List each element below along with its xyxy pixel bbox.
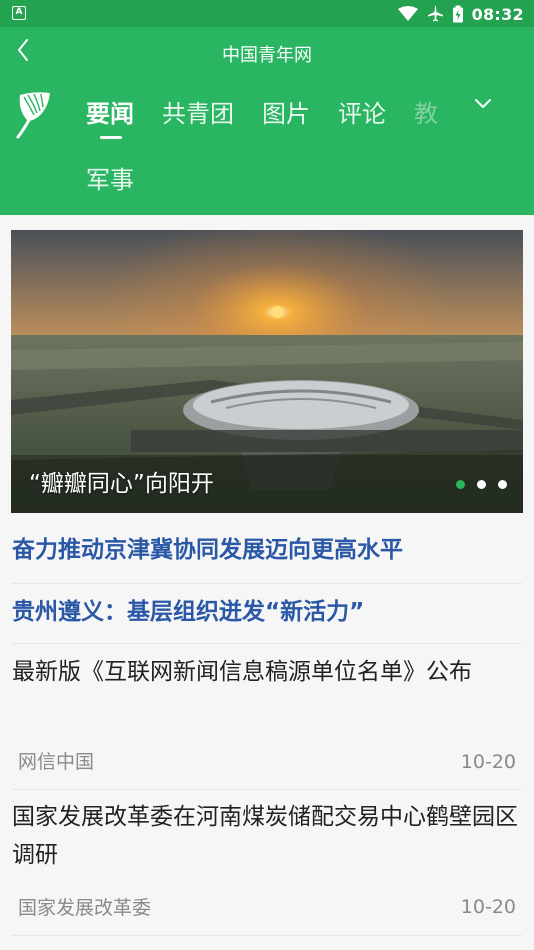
page-title: 中国青年网 [222, 45, 312, 66]
tab-yaowen[interactable]: 要闻 [86, 97, 134, 131]
divider [12, 583, 522, 584]
notification-icon: A [12, 6, 26, 20]
tab-tupian[interactable]: 图片 [262, 97, 310, 131]
chevron-down-icon [475, 99, 491, 108]
category-tabs: 要闻 共青团 图片 评论教 [86, 97, 462, 133]
headline-link[interactable]: 贵州遵义：基层组织迸发“新活力” [12, 595, 522, 629]
divider [12, 643, 522, 644]
news-item-title[interactable]: 最新版《互联网新闻信息稿源单位名单》公布 [12, 653, 522, 691]
news-feed: “瓣瓣同心”向阳开 奋力推动京津冀协同发展迈向更高水平 贵州遵义：基层组织迸发“… [0, 215, 534, 950]
divider [12, 789, 522, 790]
wifi-icon [397, 6, 418, 21]
app-logo [14, 87, 56, 143]
tab-junshi[interactable]: 军事 [86, 165, 134, 195]
news-item-source: 网信中国 [18, 751, 95, 773]
divider [12, 935, 522, 936]
news-item-title[interactable]: 国家发展改革委在河南煤炭储配交易中心鹤壁园区调研 [12, 798, 522, 874]
tab-pinglun[interactable]: 评论 [338, 97, 386, 131]
banner-caption: “瓣瓣同心”向阳开 [29, 471, 214, 497]
carousel-dots [456, 480, 507, 489]
tab-jiaoyu[interactable]: 教 [414, 97, 438, 131]
news-item-date: 10-20 [460, 751, 516, 773]
tab-gongqingtuan[interactable]: 共青团 [162, 97, 234, 131]
app-header: 中国青年网 要闻 共青团 图片 评论教 军事 [0, 27, 534, 215]
clock: 08:32 [471, 4, 524, 24]
carousel-dot[interactable] [477, 480, 486, 489]
airplane-icon [427, 6, 443, 22]
carousel-dot[interactable] [498, 480, 507, 489]
expand-tabs-button[interactable] [468, 89, 498, 119]
news-item-source: 国家发展改革委 [18, 897, 152, 919]
battery-icon [452, 5, 463, 23]
carousel-dot[interactable] [456, 480, 465, 489]
banner-carousel[interactable]: “瓣瓣同心”向阳开 [11, 230, 523, 513]
status-bar: A 08:32 [0, 0, 534, 27]
status-icons: 08:32 [397, 3, 524, 25]
news-item-date: 10-20 [460, 896, 516, 918]
active-tab-indicator [100, 136, 122, 139]
headline-link[interactable]: 奋力推动京津冀协同发展迈向更高水平 [12, 533, 522, 567]
